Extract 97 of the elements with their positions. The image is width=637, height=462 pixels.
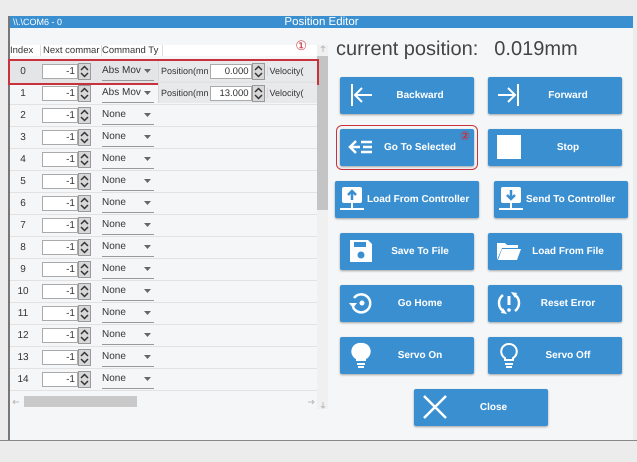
table-row[interactable]: 1 -1 Abs Mov Position(mn 13.000 Velocity( <box>10 82 317 105</box>
table-row[interactable]: 13 -1 None <box>10 346 317 369</box>
row-index: 5 <box>19 176 27 187</box>
table-row[interactable]: 9 -1 None <box>10 258 317 281</box>
command-type-dropdown[interactable]: None <box>102 304 154 323</box>
table-row[interactable]: 7 -1 None <box>10 214 317 237</box>
dropdown-caret-icon <box>144 68 151 73</box>
spinner-arrows-icon[interactable] <box>252 62 265 80</box>
spinner-arrows-icon[interactable] <box>78 216 91 234</box>
velocity-label: Velocity( <box>266 66 304 76</box>
current-position-label: current position: <box>336 38 478 62</box>
table-row[interactable]: 5 -1 None <box>10 170 317 193</box>
spinner-arrows-icon[interactable] <box>78 106 91 124</box>
table-row[interactable]: 14 -1 None <box>10 368 317 391</box>
command-type-dropdown[interactable]: None <box>102 326 154 345</box>
table-row[interactable]: 12 -1 None <box>10 324 317 347</box>
table-row[interactable]: 11 -1 None <box>10 302 317 325</box>
port-path: \\.\COM6 - 0 <box>12 16 62 27</box>
spinner-arrows-icon[interactable] <box>78 194 91 212</box>
dropdown-caret-icon <box>144 156 151 161</box>
row-index: 1 <box>19 88 27 99</box>
command-type-dropdown[interactable]: None <box>102 348 154 367</box>
row-index: 10 <box>16 286 30 297</box>
spinner-arrows-icon[interactable] <box>78 84 91 102</box>
window-title: Position Editor <box>284 16 359 28</box>
table-row[interactable]: 4 -1 None <box>10 148 317 171</box>
spinner-arrows-icon[interactable] <box>78 282 91 300</box>
dropdown-caret-icon <box>144 332 151 337</box>
position-label: Position(mn <box>160 88 210 98</box>
spinner-arrows-icon[interactable] <box>78 128 91 146</box>
command-type-dropdown[interactable]: None <box>102 128 154 147</box>
annotation-number: ② <box>460 128 470 143</box>
dropdown-caret-icon <box>144 134 151 139</box>
row-index: 11 <box>16 308 30 319</box>
dropdown-caret-icon <box>144 354 151 359</box>
dropdown-caret-icon <box>144 112 151 117</box>
current-position-value: 0.019mm <box>494 38 578 62</box>
table-row[interactable]: 6 -1 None <box>10 192 317 215</box>
dropdown-caret-icon <box>144 200 151 205</box>
download-network-icon <box>498 186 524 212</box>
dropdown-caret-icon <box>144 90 151 95</box>
dropdown-caret-icon <box>144 244 151 249</box>
row-index: 3 <box>19 132 27 143</box>
close-icon <box>422 394 448 420</box>
spinner-arrows-icon[interactable] <box>252 84 265 102</box>
reset-error-icon <box>496 290 522 316</box>
row-index: 6 <box>19 198 27 209</box>
table-row[interactable]: 8 -1 None <box>10 236 317 259</box>
forward-icon <box>496 82 522 108</box>
row-index: 0 <box>19 66 27 77</box>
spinner-arrows-icon[interactable] <box>78 62 91 80</box>
row-index: 8 <box>19 242 27 253</box>
column-header: Index <box>10 44 41 56</box>
spinner-arrows-icon[interactable] <box>78 348 91 366</box>
command-type-dropdown[interactable]: None <box>102 150 154 169</box>
dropdown-caret-icon <box>144 288 151 293</box>
row-index: 9 <box>19 264 27 275</box>
dropdown-caret-icon <box>144 376 151 381</box>
square-icon <box>496 134 522 160</box>
spinner-arrows-icon[interactable] <box>78 326 91 344</box>
table-row[interactable]: 3 -1 None <box>10 126 317 149</box>
spinner-arrows-icon[interactable] <box>78 172 91 190</box>
velocity-label: Velocity( <box>266 88 304 98</box>
column-header: Next commar <box>43 44 102 56</box>
dropdown-caret-icon <box>144 178 151 183</box>
spinner-arrows-icon[interactable] <box>78 260 91 278</box>
command-type-dropdown[interactable]: None <box>102 260 154 279</box>
backward-icon <box>348 82 374 108</box>
command-type-dropdown[interactable]: Abs Mov <box>102 84 154 103</box>
row-index: 14 <box>16 374 30 385</box>
table-row[interactable]: 2 -1 None <box>10 104 317 127</box>
column-header: Command Ty <box>102 44 163 56</box>
command-type-dropdown[interactable]: None <box>102 216 154 235</box>
command-type-dropdown[interactable]: Abs Mov <box>102 62 154 81</box>
row-index: 2 <box>19 110 27 121</box>
command-type-dropdown[interactable]: None <box>102 238 154 257</box>
row-index: 12 <box>16 330 30 341</box>
row-index: 7 <box>19 220 27 231</box>
spinner-arrows-icon[interactable] <box>78 150 91 168</box>
row-index: 13 <box>16 352 30 363</box>
spinner-arrows-icon[interactable] <box>78 238 91 256</box>
dropdown-caret-icon <box>144 310 151 315</box>
dropdown-caret-icon <box>144 266 151 271</box>
spinner-arrows-icon[interactable] <box>78 370 91 388</box>
upload-network-icon <box>339 186 365 212</box>
position-label: Position(mn <box>160 66 210 76</box>
command-type-dropdown[interactable]: None <box>102 370 154 389</box>
command-type-dropdown[interactable]: None <box>102 194 154 213</box>
dropdown-caret-icon <box>144 222 151 227</box>
annotation-number: ① <box>295 38 307 54</box>
command-type-dropdown[interactable]: None <box>102 172 154 191</box>
command-type-dropdown[interactable]: None <box>102 106 154 125</box>
row-index: 4 <box>19 154 27 165</box>
command-type-dropdown[interactable]: None <box>102 282 154 301</box>
home-return-icon <box>348 290 374 316</box>
spinner-arrows-icon[interactable] <box>78 304 91 322</box>
table-row[interactable]: 10 -1 None <box>10 280 317 303</box>
